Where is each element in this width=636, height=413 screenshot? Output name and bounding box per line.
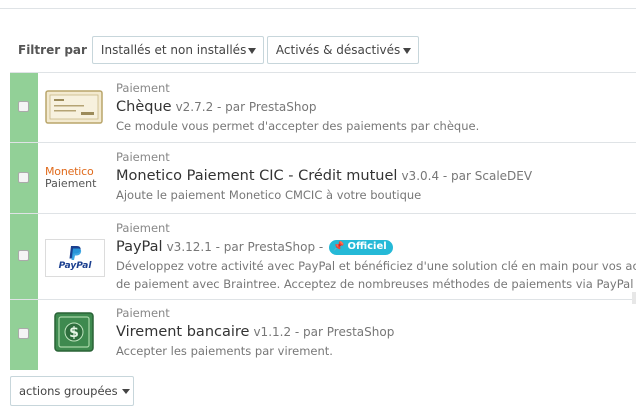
module-description: Ajoute le paiement Monetico CMCIC à votr… <box>116 188 422 202</box>
module-name[interactable]: Monetico Paiement CIC - Crédit mutuel <box>116 166 397 186</box>
svg-text:$: $ <box>69 325 79 341</box>
module-version-author: v3.12.1 - par PrestaShop - <box>166 240 324 254</box>
paypal-logo: PayPal <box>45 239 105 277</box>
module-row-virement: $ Paiement Virement bancaire v1.1.2 - pa… <box>10 300 636 370</box>
module-list: Paiement Chèque v2.7.2 - par PrestaShop … <box>10 72 636 370</box>
module-title-line: Chèque v2.7.2 - par PrestaShop <box>116 97 636 117</box>
scrollbar-hint <box>632 292 636 304</box>
module-row-monetico: Monetico Paiement Paiement Monetico Paie… <box>10 143 636 214</box>
caret-down-icon <box>402 48 411 54</box>
select-checkbox[interactable] <box>18 101 29 112</box>
module-info: Paiement Virement bancaire v1.1.2 - par … <box>116 305 636 360</box>
select-checkbox[interactable] <box>18 250 29 261</box>
check-document-icon <box>45 89 103 125</box>
module-description-line2: de paiement avec Braintree. Acceptez de … <box>116 277 636 291</box>
module-version-author: v2.7.2 - par PrestaShop <box>175 100 317 114</box>
top-divider <box>0 8 636 9</box>
module-description: Ce module vous permet d'accepter des pai… <box>116 119 480 133</box>
module-category: Paiement <box>116 306 170 320</box>
official-badge: 📌 Officiel <box>329 239 393 255</box>
status-filter-value: Activés & désactivés <box>275 43 401 57</box>
select-checkbox[interactable] <box>18 172 29 183</box>
module-title-line: Virement bancaire v1.1.2 - par PrestaSho… <box>116 322 636 342</box>
module-name[interactable]: Virement bancaire <box>116 322 249 342</box>
paypal-p-icon <box>69 246 82 260</box>
filter-bar: Filtrer par Installés et non installés A… <box>18 35 419 65</box>
module-version-author: v1.1.2 - par PrestaShop <box>253 325 395 339</box>
select-checkbox[interactable] <box>18 328 29 339</box>
pin-icon: 📌 <box>333 242 345 252</box>
module-category: Paiement <box>116 221 170 235</box>
module-category: Paiement <box>116 81 170 95</box>
monetico-logo-line2: Paiement <box>45 177 97 190</box>
module-name[interactable]: PayPal <box>116 237 163 257</box>
module-name[interactable]: Chèque <box>116 97 172 117</box>
monetico-logo: Monetico Paiement <box>45 160 103 196</box>
module-version-author: v3.0.4 - par ScaleDEV <box>401 169 533 183</box>
module-row-cheque: Paiement Chèque v2.7.2 - par PrestaShop … <box>10 73 636 143</box>
caret-down-icon <box>247 48 256 54</box>
module-row-paypal: PayPal Paiement PayPal v3.12.1 - par Pre… <box>10 214 636 300</box>
module-category: Paiement <box>116 150 170 164</box>
install-filter-value: Installés et non installés <box>100 43 247 57</box>
bulk-actions-button[interactable]: actions groupées <box>10 376 134 406</box>
filter-label: Filtrer par <box>18 43 87 57</box>
module-description-line1: Développez votre activité avec PayPal et… <box>116 259 636 273</box>
dollar-bill-icon: $ <box>45 312 103 352</box>
install-filter-select[interactable]: Installés et non installés <box>91 36 264 64</box>
caret-down-icon <box>121 388 130 394</box>
status-filter-select[interactable]: Activés & désactivés <box>266 36 419 64</box>
bulk-actions-label: actions groupées <box>19 384 118 398</box>
module-info: Paiement Chèque v2.7.2 - par PrestaShop … <box>116 80 636 135</box>
module-info: Paiement PayPal v3.12.1 - par PrestaShop… <box>116 220 636 293</box>
module-title-line: PayPal v3.12.1 - par PrestaShop - 📌 Offi… <box>116 237 636 257</box>
official-badge-label: Officiel <box>347 241 387 252</box>
module-description: Accepter les paiements par virement. <box>116 344 333 358</box>
module-info: Paiement Monetico Paiement CIC - Crédit … <box>116 149 636 204</box>
module-title-line: Monetico Paiement CIC - Crédit mutuel v3… <box>116 166 636 186</box>
paypal-logo-text: PayPal <box>58 261 92 271</box>
